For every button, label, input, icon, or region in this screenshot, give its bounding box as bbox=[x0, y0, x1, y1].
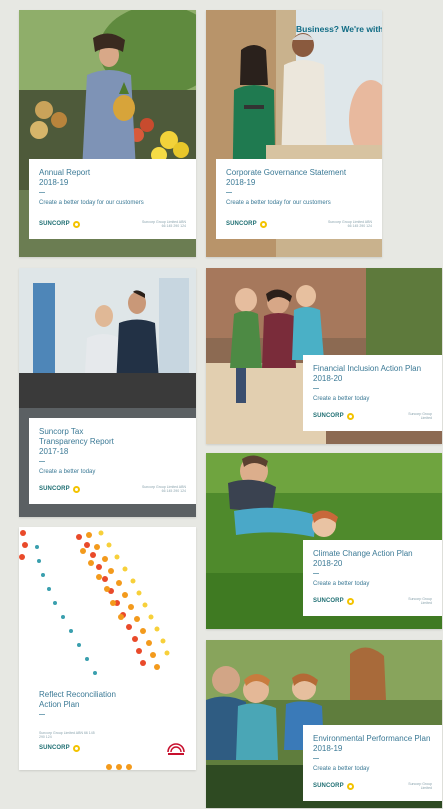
sun-icon bbox=[72, 485, 80, 493]
fine-print: Suncorp Group Limited ABN 66 145 290 124 bbox=[142, 220, 186, 228]
fine-print: Suncorp Group Limited ABN 66 145 290 124 bbox=[328, 220, 372, 228]
report-tagline: Create a better today bbox=[39, 469, 96, 475]
sun-icon bbox=[346, 782, 354, 790]
report-title: Annual Report bbox=[39, 168, 91, 177]
report-tagline: Create a better today for our customers bbox=[226, 200, 331, 206]
report-year: 2018-19 bbox=[39, 178, 69, 187]
report-year: 2018-19 bbox=[226, 178, 256, 187]
fine-print: Suncorp Group Limited ABN 66 145 290 124 bbox=[142, 485, 186, 493]
report-card-inclusion[interactable]: Financial Inclusion Action Plan 2018-20 … bbox=[206, 268, 442, 444]
report-card-climate[interactable]: Climate Change Action Plan 2018-20 Creat… bbox=[206, 453, 442, 629]
report-year: 2018-20 bbox=[313, 559, 343, 568]
report-title: Environmental Performance Plan bbox=[313, 734, 431, 743]
report-tagline: Create a better today bbox=[313, 581, 370, 587]
suncorp-logo: SUNCORP bbox=[226, 220, 267, 228]
divider bbox=[226, 192, 232, 193]
report-title: Corporate Governance Statement bbox=[226, 168, 347, 177]
logo-text: SUNCORP bbox=[39, 486, 70, 492]
logo-text: SUNCORP bbox=[313, 598, 344, 604]
sun-icon bbox=[346, 597, 354, 605]
fine-print: Suncorp Group Limited bbox=[408, 597, 432, 605]
sun-icon bbox=[72, 744, 80, 752]
report-tagline: Create a better today bbox=[313, 396, 370, 402]
fine-print: Suncorp Group Limited bbox=[408, 412, 432, 420]
billboard-text: Business? We're with bbox=[296, 24, 382, 34]
sun-icon bbox=[72, 220, 80, 228]
divider bbox=[39, 714, 45, 715]
divider bbox=[39, 461, 45, 462]
divider bbox=[39, 192, 45, 193]
report-card-governance[interactable]: Business? We're with Corporate Governanc… bbox=[206, 10, 382, 257]
cover-panel: Climate Change Action Plan 2018-20 Creat… bbox=[303, 540, 442, 616]
report-title: Reflect Reconciliation bbox=[39, 690, 116, 699]
cover-panel: Annual Report 2018-19 Create a better to… bbox=[29, 159, 196, 239]
reconciliation-australia-logo bbox=[167, 743, 185, 755]
fine-print: Suncorp Group Limited ABN 66 145 290 124 bbox=[39, 731, 95, 739]
logo-text: SUNCORP bbox=[313, 413, 344, 419]
report-title: Suncorp Tax bbox=[39, 427, 84, 436]
report-card-reconciliation[interactable]: Reflect Reconciliation Action Plan Sunco… bbox=[19, 527, 196, 770]
report-title: Climate Change Action Plan bbox=[313, 549, 413, 558]
cover-panel: Reflect Reconciliation Action Plan Sunco… bbox=[29, 681, 196, 763]
suncorp-logo: SUNCORP bbox=[313, 782, 354, 790]
report-card-environment[interactable]: Environmental Performance Plan 2018-19 C… bbox=[206, 640, 442, 808]
report-tagline: Create a better today bbox=[313, 766, 370, 772]
report-card-tax[interactable]: Suncorp Tax Transparency Report 2017-18 … bbox=[19, 268, 196, 517]
suncorp-logo: SUNCORP bbox=[39, 220, 80, 228]
logo-text: SUNCORP bbox=[39, 221, 70, 227]
suncorp-logo: SUNCORP bbox=[39, 744, 80, 752]
cover-panel: Environmental Performance Plan 2018-19 C… bbox=[303, 725, 442, 801]
cover-panel: Corporate Governance Statement 2018-19 C… bbox=[216, 159, 382, 239]
cover-panel: Financial Inclusion Action Plan 2018-20 … bbox=[303, 355, 442, 431]
divider bbox=[313, 388, 319, 389]
sun-icon bbox=[259, 220, 267, 228]
report-title-line2: Action Plan bbox=[39, 700, 80, 709]
report-year: 2018-19 bbox=[313, 744, 343, 753]
sun-icon bbox=[346, 412, 354, 420]
divider bbox=[313, 758, 319, 759]
divider bbox=[313, 573, 319, 574]
report-tagline: Create a better today for our customers bbox=[39, 200, 144, 206]
suncorp-logo: SUNCORP bbox=[313, 412, 354, 420]
logo-text: SUNCORP bbox=[313, 783, 344, 789]
report-card-annual[interactable]: Annual Report 2018-19 Create a better to… bbox=[19, 10, 196, 257]
cover-panel: Suncorp Tax Transparency Report 2017-18 … bbox=[29, 418, 196, 504]
report-year: 2017-18 bbox=[39, 447, 69, 456]
report-year: 2018-20 bbox=[313, 374, 343, 383]
suncorp-logo: SUNCORP bbox=[313, 597, 354, 605]
report-title-line2: Transparency Report bbox=[39, 437, 114, 446]
logo-text: SUNCORP bbox=[39, 745, 70, 751]
fine-print: Suncorp Group Limited bbox=[408, 782, 432, 790]
logo-text: SUNCORP bbox=[226, 221, 257, 227]
suncorp-logo: SUNCORP bbox=[39, 485, 80, 493]
report-title: Financial Inclusion Action Plan bbox=[313, 364, 422, 373]
